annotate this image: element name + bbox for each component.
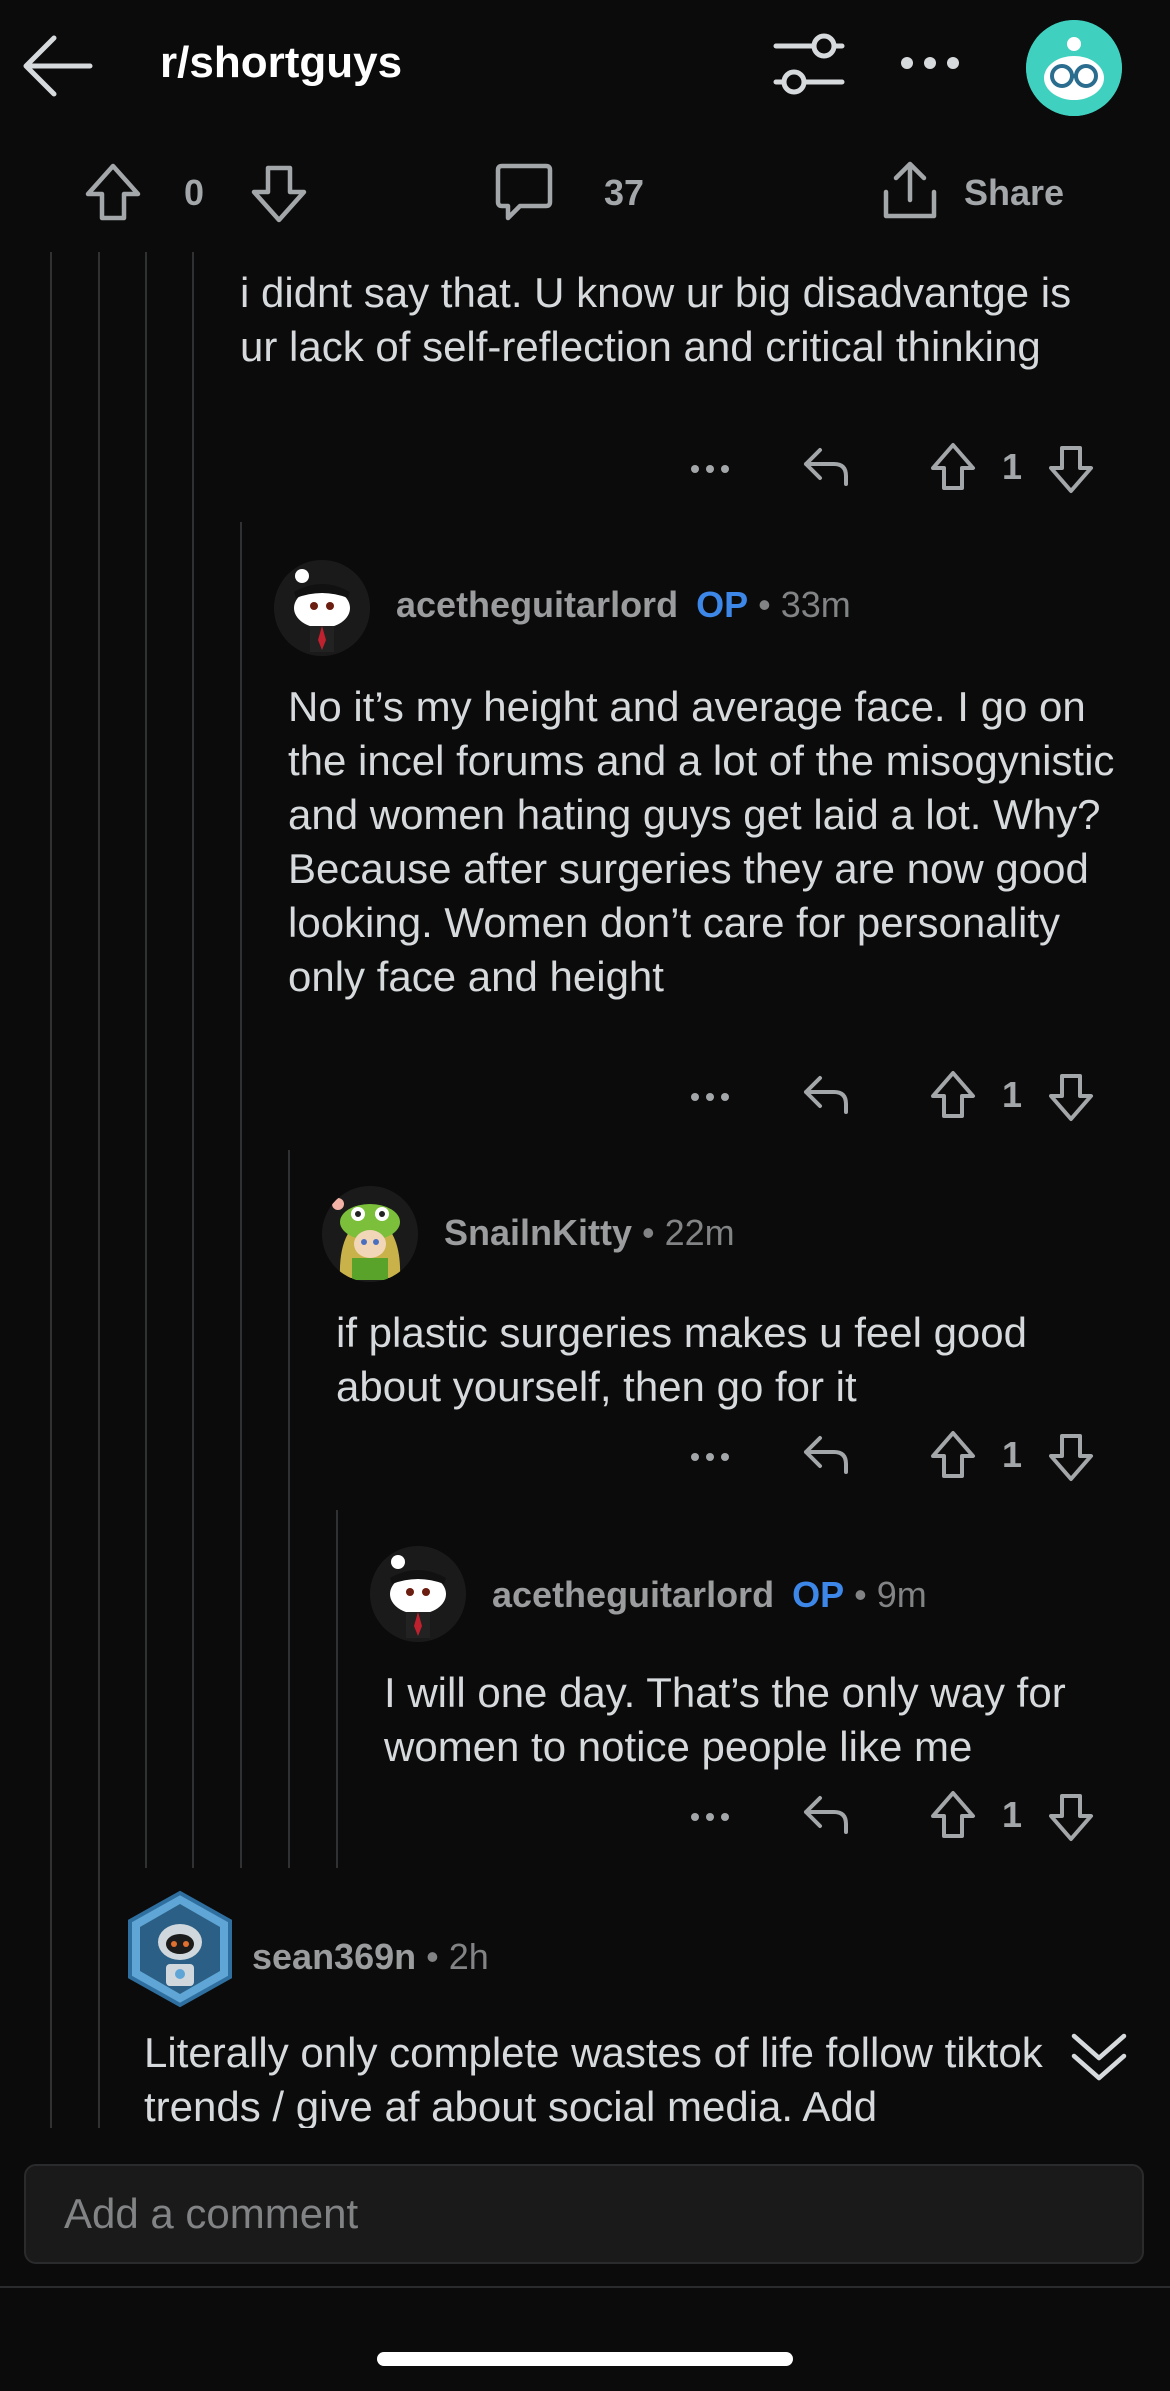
vote-count: 0 — [184, 172, 205, 213]
vote-count: 1 — [1002, 1434, 1023, 1475]
reply-icon[interactable] — [802, 1072, 850, 1116]
thread-line[interactable] — [192, 252, 194, 1868]
thread-line[interactable] — [336, 1510, 338, 1868]
upvote-icon[interactable] — [930, 442, 976, 492]
downvote-icon[interactable] — [1048, 1792, 1094, 1842]
more-options-icon[interactable] — [690, 1092, 730, 1102]
ellipsis-icon[interactable] — [900, 56, 960, 70]
chevron-down-icon[interactable] — [1070, 2032, 1128, 2082]
avatar[interactable] — [124, 1890, 236, 2008]
downvote-icon[interactable] — [1048, 1432, 1094, 1482]
top-bar: r/shortguys — [0, 0, 1170, 140]
avatar[interactable] — [322, 1186, 418, 1282]
share-label[interactable]: Share — [964, 172, 1064, 214]
upvote-icon[interactable] — [84, 162, 142, 222]
upvote-icon[interactable] — [930, 1070, 976, 1120]
downvote-icon[interactable] — [1048, 1072, 1094, 1122]
timestamp: 9m — [876, 1574, 927, 1615]
comment-body: i didnt say that. U know ur big disadvan… — [240, 269, 1072, 370]
comment-input[interactable]: Add a comment — [24, 2164, 1144, 2264]
comment-body: No it’s my height and average face. I go… — [288, 683, 1115, 1000]
thread-line[interactable] — [288, 1150, 290, 1868]
more-options-icon[interactable] — [690, 1812, 730, 1822]
home-indicator[interactable] — [377, 2352, 793, 2366]
comment-actions: 1 — [690, 1066, 1110, 1126]
thread-line[interactable] — [50, 252, 52, 2128]
comment-bubble-icon[interactable] — [494, 162, 554, 224]
username[interactable]: SnailnKitty — [444, 1212, 632, 1253]
comment-input-placeholder: Add a comment — [64, 2190, 359, 2237]
vote-count: 1 — [1002, 1074, 1023, 1115]
comment-meta: SnailnKitty • 22m — [444, 1212, 735, 1254]
timestamp: 33m — [780, 584, 851, 625]
separator: • — [758, 584, 771, 625]
comment-count: 37 — [604, 172, 645, 213]
avatar[interactable] — [370, 1546, 466, 1642]
post-action-bar: 0 37 Share — [0, 140, 1170, 250]
downvote-icon[interactable] — [250, 164, 308, 224]
app-root: r/shortguys 0 37 Share i didnt say that.… — [0, 0, 1170, 2391]
more-options-icon[interactable] — [690, 464, 730, 474]
username[interactable]: acetheguitarlord — [492, 1574, 774, 1615]
comment-meta: acetheguitarlord OP • 33m — [396, 584, 851, 626]
separator: • — [854, 1574, 867, 1615]
username[interactable]: acetheguitarlord — [396, 584, 678, 625]
separator: • — [426, 1936, 439, 1977]
vote-count: 1 — [1002, 1794, 1023, 1835]
upvote-icon[interactable] — [930, 1430, 976, 1480]
comment-body-container: Literally only complete wastes of life f… — [144, 2026, 1094, 2128]
comment-meta: sean369n • 2h — [252, 1936, 489, 1978]
reply-icon[interactable] — [802, 1432, 850, 1476]
arrow-left-icon[interactable] — [22, 30, 94, 102]
reply-icon[interactable] — [802, 444, 850, 488]
share-icon[interactable] — [880, 160, 940, 222]
op-badge: OP — [792, 1574, 845, 1615]
more-options-icon[interactable] — [690, 1452, 730, 1462]
divider — [0, 2286, 1170, 2288]
op-badge: OP — [696, 584, 749, 625]
comment-body: if plastic surgeries makes u feel good a… — [336, 1309, 1028, 1410]
upvote-icon[interactable] — [930, 1790, 976, 1840]
username[interactable]: sean369n — [252, 1936, 416, 1977]
separator: • — [642, 1212, 655, 1253]
comment-actions: 1 — [690, 438, 1110, 498]
avatar[interactable] — [274, 560, 370, 656]
downvote-icon[interactable] — [1048, 444, 1094, 494]
comment-actions: 1 — [690, 1786, 1110, 1846]
thread-line[interactable] — [145, 252, 147, 1868]
subreddit-title[interactable]: r/shortguys — [160, 38, 402, 88]
reply-icon[interactable] — [802, 1792, 850, 1836]
sliders-icon[interactable] — [772, 32, 846, 98]
thread-line[interactable] — [240, 522, 242, 1868]
timestamp: 22m — [664, 1212, 735, 1253]
user-avatar[interactable] — [1026, 20, 1122, 116]
timestamp: 2h — [448, 1936, 489, 1977]
comment-actions: 1 — [690, 1426, 1110, 1486]
vote-count: 1 — [1002, 446, 1023, 487]
comment-body: Literally only complete wastes of life f… — [144, 2029, 1043, 2128]
thread-line[interactable] — [98, 252, 100, 2128]
comment-meta: acetheguitarlord OP • 9m — [492, 1574, 927, 1616]
comment-body: I will one day. That’s the only way for … — [384, 1669, 1066, 1770]
